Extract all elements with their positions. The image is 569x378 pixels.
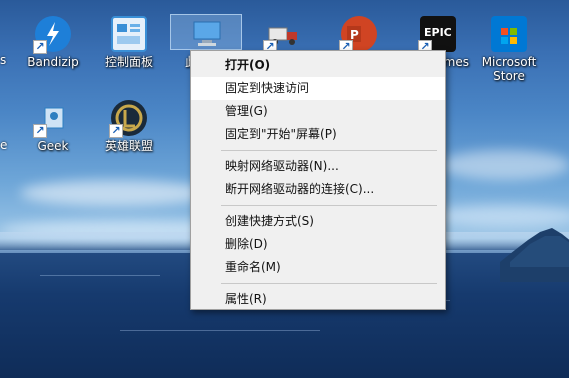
shortcut-arrow-icon: ↗ [33,40,47,54]
menu-item-3[interactable]: 固定到"开始"屏幕(P) [191,123,445,146]
menu-separator [221,283,437,284]
desktop-icon-geek[interactable]: ↗ Geek [18,100,88,153]
desktop-icon-label-partial: e [0,138,8,152]
menu-item-5[interactable]: 映射网络驱动器(N)... [191,155,445,178]
powerpoint-icon: P ↗ [339,16,377,54]
menu-separator [221,205,437,206]
control-panel-icon [111,16,147,52]
cloud [20,180,210,206]
menu-separator [221,150,437,151]
menu-item-2[interactable]: 管理(G) [191,100,445,123]
geek-icon: ↗ [33,100,71,138]
menu-item-9[interactable]: 删除(D) [191,233,445,256]
store-icon [491,16,527,52]
desktop-icon-truck-app[interactable]: ↗ [248,16,318,54]
desktop-icon-label: Bandizip [27,55,79,69]
context-menu[interactable]: 打开(O) 固定到快速访问 管理(G) 固定到"开始"屏幕(P) 映射网络驱动器(N).… [190,50,446,310]
desktop-icon-bandizip[interactable]: ↗ Bandizip [18,16,88,69]
water-glint [40,275,160,276]
desktop-icon-control-panel[interactable]: 控制面板 [94,16,164,69]
desktop-icon-microsoft-store[interactable]: Microsoft Store [474,16,544,83]
cloud [440,150,569,180]
svg-text:EPIC: EPIC [424,26,452,39]
menu-item-8[interactable]: 创建快捷方式(S) [191,210,445,233]
menu-item-10[interactable]: 重命名(M) [191,256,445,279]
desktop-icon-powerpoint[interactable]: P ↗ [324,16,394,54]
shortcut-arrow-icon: ↗ [109,124,123,138]
computer-icon [188,16,224,52]
desktop-icon-league[interactable]: ↗ 英雄联盟 [94,100,164,153]
league-icon: ↗ [109,100,147,138]
menu-item-12[interactable]: 属性(R) [191,288,445,311]
desktop[interactable]: s e ↗ Bandizip 控制面板 此 ↗ P ↗ [0,0,569,378]
truck-icon: ↗ [263,16,301,54]
menu-item-0[interactable]: 打开(O) [191,54,445,77]
menu-item-1[interactable]: 固定到快速访问 [191,77,445,100]
epic-games-icon: EPIC ↗ [418,16,456,54]
shortcut-arrow-icon: ↗ [33,124,47,138]
bandizip-icon: ↗ [33,16,71,54]
mountain-silhouette [500,228,569,282]
menu-item-6[interactable]: 断开网络驱动器的连接(C)... [191,178,445,201]
desktop-icon-label: Microsoft Store [481,55,537,83]
water-glint [120,330,320,331]
desktop-icon-label: 英雄联盟 [104,139,153,153]
desktop-icon-label-partial: s [0,53,7,67]
desktop-icon-label: 控制面板 [104,55,153,69]
desktop-icon-label: Geek [37,139,69,153]
